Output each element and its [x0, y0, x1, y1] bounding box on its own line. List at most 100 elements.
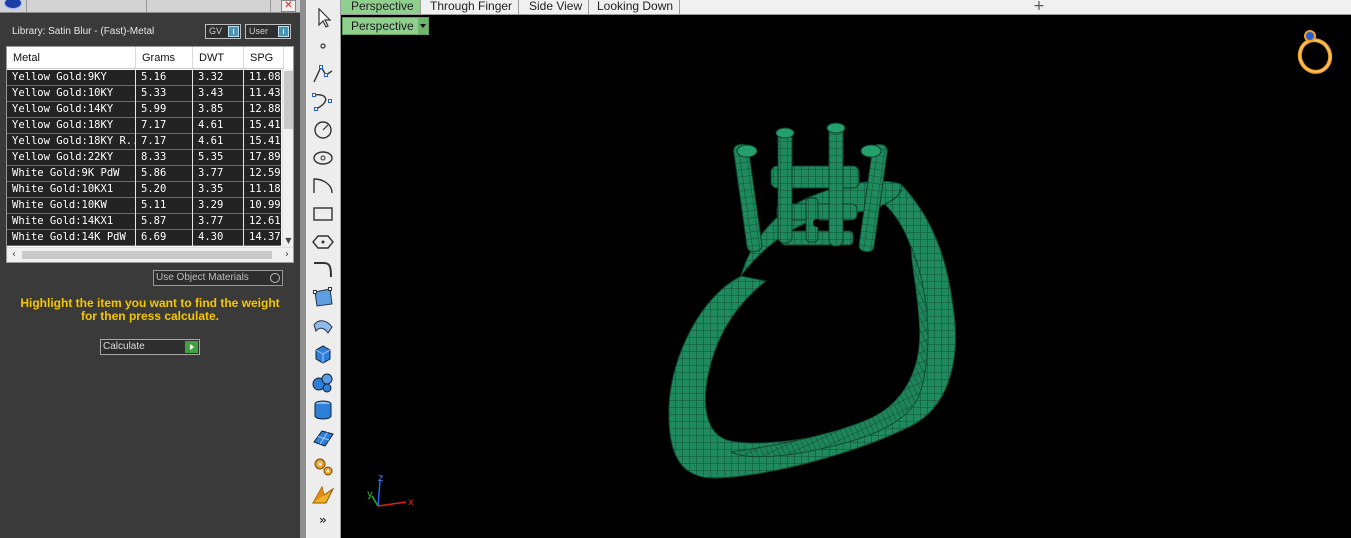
spheres-icon[interactable] — [310, 369, 336, 395]
view-selector-dropdown[interactable]: Perspective — [342, 17, 429, 35]
cell-dwt: 3.29 — [193, 198, 244, 214]
scroll-left-icon[interactable]: ‹ — [7, 248, 21, 262]
cell-spg: 14.37 — [244, 230, 284, 246]
cell-spg: 15.41 — [244, 134, 284, 150]
arc-icon[interactable] — [310, 173, 336, 199]
cell-spg: 12.88 — [244, 102, 284, 118]
surface-edit-icon[interactable] — [310, 285, 336, 311]
axis-z-label: z — [378, 473, 383, 484]
table-body: Yellow Gold:9KY 5.16 3.32 11.08 Yellow Gold:… — [7, 70, 284, 246]
select-arrow-icon[interactable] — [310, 5, 336, 31]
vertical-scrollbar[interactable]: ▼ — [282, 69, 293, 247]
cell-metal: White Gold:9K PdW — [7, 166, 136, 182]
gv-toggle[interactable]: GV — [205, 24, 241, 39]
add-view-icon[interactable]: + — [1031, 0, 1047, 14]
table-row[interactable]: White Gold:14K PdW 6.69 4.30 14.37 — [7, 230, 284, 246]
toggle-switch-icon — [278, 26, 289, 37]
modeling-toolbar: » — [300, 0, 341, 538]
cell-metal: Yellow Gold:18KY R... — [7, 134, 136, 150]
polyline-icon[interactable] — [310, 61, 336, 87]
fillet-curve-icon[interactable] — [310, 257, 336, 283]
curve-points-icon[interactable] — [310, 89, 336, 115]
tab-perspective[interactable]: Perspective — [341, 0, 421, 14]
more-tools-icon[interactable]: » — [319, 513, 327, 527]
table-row[interactable]: Yellow Gold:18KY 7.17 4.61 15.41 — [7, 118, 284, 134]
cylinder-icon[interactable] — [310, 397, 336, 423]
use-object-materials-label: Use Object Materials — [156, 272, 249, 283]
polygon-icon[interactable] — [310, 229, 336, 255]
cell-grams: 5.33 — [136, 86, 193, 102]
column-header-metal[interactable]: Metal — [7, 47, 136, 69]
toggle-switch-icon — [228, 26, 239, 37]
rectangle-icon[interactable] — [310, 201, 336, 227]
weight-calculator-panel: ✕ Library: Satin Blur - (Fast)-Metal GV … — [0, 0, 300, 538]
cell-metal: White Gold:14KX1 — [7, 214, 136, 230]
cell-metal: Yellow Gold:18KY — [7, 118, 136, 134]
cell-dwt: 4.30 — [193, 230, 244, 246]
table-row[interactable]: Yellow Gold:22KY 8.33 5.35 17.89 — [7, 150, 284, 166]
circle-icon[interactable] — [310, 117, 336, 143]
cell-metal: Yellow Gold:10KY — [7, 86, 136, 102]
table-row[interactable]: White Gold:10KX1 5.20 3.35 11.18 — [7, 182, 284, 198]
table-row[interactable]: Yellow Gold:18KY R... 7.17 4.61 15.41 — [7, 134, 284, 150]
table-row[interactable]: Yellow Gold:9KY 5.16 3.32 11.08 — [7, 70, 284, 86]
cell-spg: 12.61 — [244, 214, 284, 230]
axis-gizmo: x z y — [367, 473, 414, 508]
table-row[interactable]: White Gold:10KW 5.11 3.29 10.99 — [7, 198, 284, 214]
ring-model[interactable] — [661, 106, 961, 501]
cell-spg: 17.89 — [244, 150, 284, 166]
cell-grams: 7.17 — [136, 134, 193, 150]
close-icon[interactable]: ✕ — [281, 0, 296, 12]
tab-through-finger[interactable]: Through Finger — [420, 0, 520, 14]
cell-grams: 7.17 — [136, 118, 193, 134]
cell-spg: 10.99 — [244, 198, 284, 214]
user-toggle[interactable]: User — [245, 24, 291, 39]
axis-y-label: y — [367, 489, 373, 500]
tab-looking-down[interactable]: Looking Down — [587, 0, 681, 14]
cell-metal: White Gold:14K PdW — [7, 230, 136, 246]
calculate-button[interactable]: Calculate — [100, 339, 200, 355]
cell-metal: White Gold:10KX1 — [7, 182, 136, 198]
scroll-thumb[interactable] — [284, 71, 293, 129]
calculate-label: Calculate — [103, 341, 145, 352]
3d-viewport[interactable]: x z y — [341, 16, 1351, 538]
horizontal-scrollbar[interactable]: ‹ › — [7, 247, 293, 262]
scroll-thumb[interactable] — [22, 251, 272, 259]
cell-spg: 12.59 — [244, 166, 284, 182]
column-header-dwt[interactable]: DWT — [193, 47, 244, 69]
cell-grams: 5.20 — [136, 182, 193, 198]
app-logo-icon — [4, 0, 22, 9]
cell-spg: 15.41 — [244, 118, 284, 134]
column-header-grams[interactable]: Grams — [136, 47, 193, 69]
point-icon[interactable] — [310, 33, 336, 59]
cell-dwt: 3.77 — [193, 166, 244, 182]
table-row[interactable]: Yellow Gold:10KY 5.33 3.43 11.43 — [7, 86, 284, 102]
view-navigator-icon[interactable] — [1294, 26, 1336, 76]
play-arrow-icon — [185, 341, 198, 353]
gears-icon[interactable] — [310, 453, 336, 479]
table-row[interactable]: White Gold:9K PdW 5.86 3.77 12.59 — [7, 166, 284, 182]
surface-mesh-icon[interactable] — [310, 425, 336, 451]
cell-grams: 5.87 — [136, 214, 193, 230]
scroll-down-icon[interactable]: ▼ — [283, 235, 293, 247]
table-row[interactable]: White Gold:14KX1 5.87 3.77 12.61 — [7, 214, 284, 230]
cell-dwt: 3.32 — [193, 70, 244, 86]
cell-metal: Yellow Gold:9KY — [7, 70, 136, 86]
scroll-right-icon[interactable]: › — [280, 248, 293, 262]
ellipse-icon[interactable] — [310, 145, 336, 171]
cell-dwt: 3.43 — [193, 86, 244, 102]
sweep-icon[interactable] — [310, 313, 336, 339]
cell-dwt: 4.61 — [193, 118, 244, 134]
table-row[interactable]: Yellow Gold:14KY 5.99 3.85 12.88 — [7, 102, 284, 118]
cell-spg: 11.08 — [244, 70, 284, 86]
metal-weight-table: Metal Grams DWT SPG Yellow Gold:9KY 5.16 3… — [6, 46, 294, 263]
tab-side-view[interactable]: Side View — [519, 0, 590, 14]
render-icon[interactable] — [310, 481, 336, 507]
box-solid-icon[interactable] — [310, 341, 336, 367]
chevron-down-icon[interactable] — [418, 18, 428, 34]
use-object-materials-toggle[interactable]: Use Object Materials — [153, 270, 283, 286]
cell-dwt: 3.35 — [193, 182, 244, 198]
column-header-spg[interactable]: SPG — [244, 47, 284, 69]
cell-grams: 5.99 — [136, 102, 193, 118]
cell-dwt: 3.77 — [193, 214, 244, 230]
